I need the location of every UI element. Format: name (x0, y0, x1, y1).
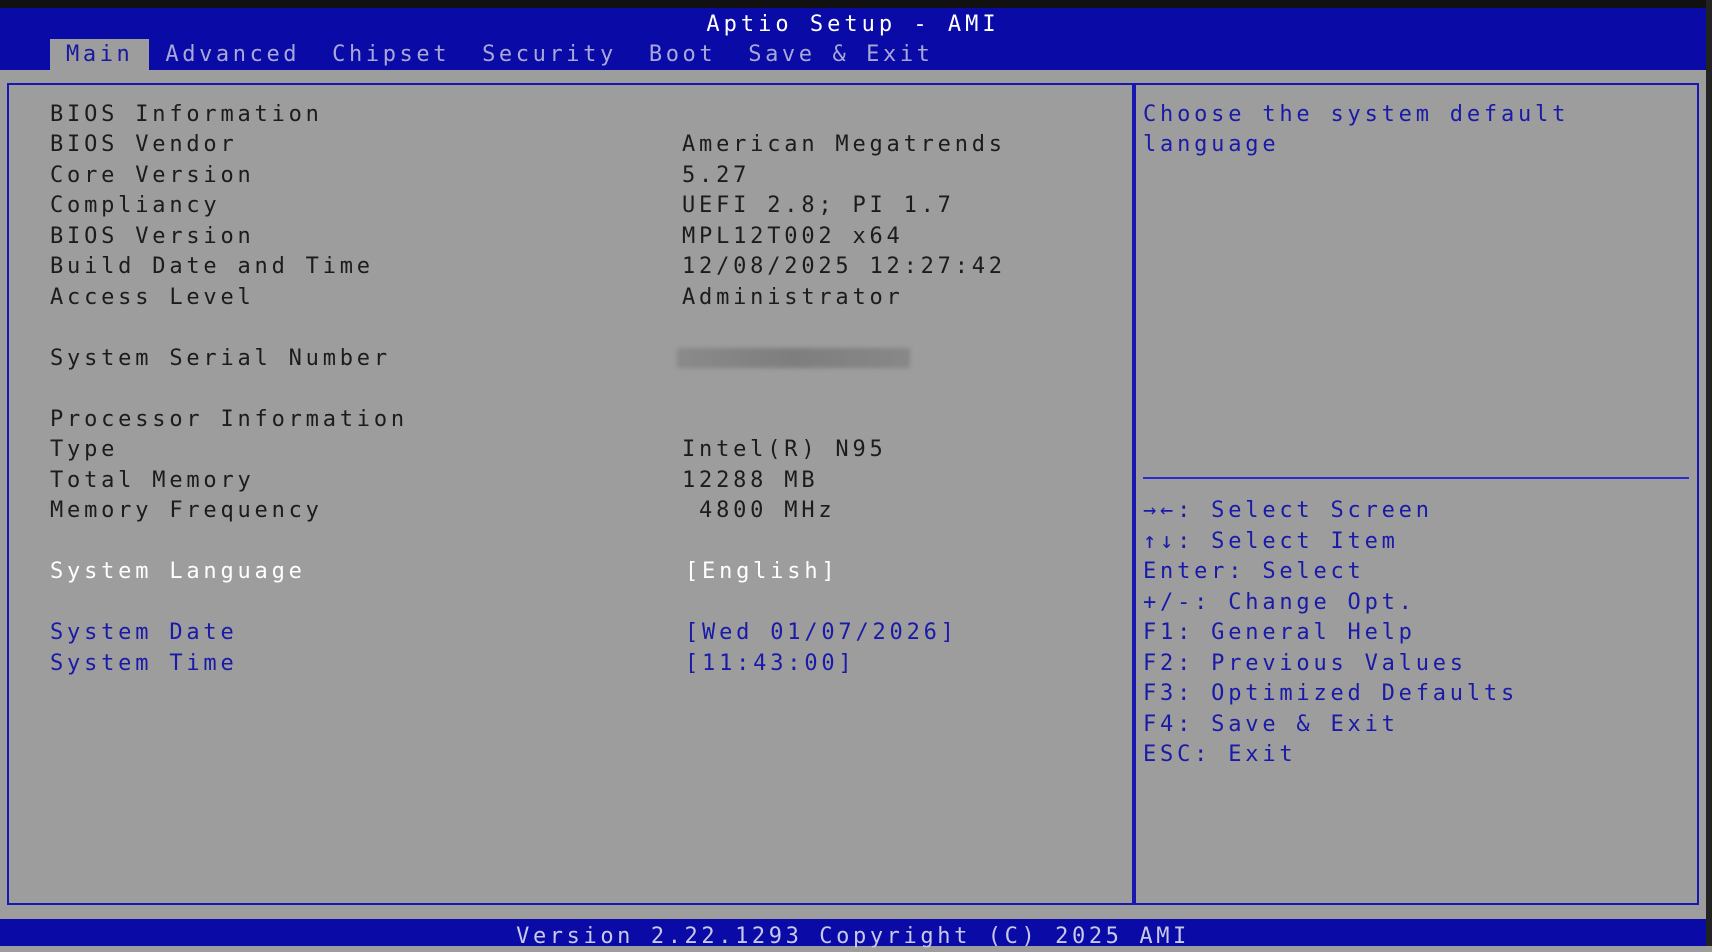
core-version-value: 5.27 (682, 163, 751, 188)
help-description-line: language (1143, 132, 1280, 157)
tab-chipset[interactable]: Chipset (316, 39, 466, 70)
memory-frequency-value: 4800 MHz (682, 498, 836, 523)
system-language-select[interactable]: [English] (685, 557, 838, 587)
right-border (1706, 0, 1712, 946)
help-panel (1134, 83, 1699, 905)
access-level-value: Administrator (682, 285, 904, 310)
top-border (0, 0, 1712, 8)
system-date-field[interactable]: [Wed 01/07/2026] (685, 618, 958, 648)
tab-boot[interactable]: Boot (633, 39, 732, 70)
processor-information-heading: Processor Information (50, 407, 408, 432)
key-hint-select-item: ↑↓: Select Item (1143, 529, 1399, 554)
access-level-label: Access Level (50, 285, 255, 310)
bios-version-label: BIOS Version (50, 224, 255, 249)
bios-version-value: MPL12T002 x64 (682, 224, 904, 249)
tab-security[interactable]: Security (466, 39, 633, 70)
key-hint-esc: ESC: Exit (1143, 742, 1297, 767)
system-date-label[interactable]: System Date (50, 618, 238, 648)
tab-bar: Main Advanced Chipset Security Boot Save… (50, 39, 950, 70)
key-hint-f3: F3: Optimized Defaults (1143, 681, 1518, 706)
system-language-label[interactable]: System Language (50, 557, 306, 587)
memory-frequency-label: Memory Frequency (50, 498, 323, 523)
footer-bar: Version 2.22.1293 Copyright (C) 2025 AMI (0, 919, 1706, 949)
system-time-label[interactable]: System Time (50, 649, 238, 679)
bios-vendor-label: BIOS Vendor (50, 132, 238, 157)
key-hint-f2: F2: Previous Values (1143, 651, 1467, 676)
system-time-field[interactable]: [11:43:00] (685, 649, 855, 679)
tab-main[interactable]: Main (50, 39, 150, 70)
build-date-label: Build Date and Time (50, 254, 374, 279)
type-label: Type (50, 437, 119, 462)
window-title: Aptio Setup - AMI (706, 12, 1000, 37)
version-copyright: Version 2.22.1293 Copyright (C) 2025 AMI (516, 924, 1190, 949)
key-hint-change-opt: +/-: Change Opt. (1143, 590, 1416, 615)
serial-number-redacted (677, 348, 910, 368)
build-date-value: 12/08/2025 12:27:42 (682, 254, 1006, 279)
serial-number-label: System Serial Number (50, 346, 391, 371)
bios-information-heading: BIOS Information (50, 102, 323, 127)
help-description-line: Choose the system default (1143, 102, 1570, 127)
key-hint-f1: F1: General Help (1143, 620, 1416, 645)
key-hint-enter: Enter: Select (1143, 559, 1365, 584)
help-divider (1143, 477, 1689, 479)
key-hint-select-screen: →←: Select Screen (1143, 498, 1433, 523)
total-memory-label: Total Memory (50, 468, 255, 493)
tab-advanced[interactable]: Advanced (149, 39, 316, 70)
total-memory-value: 12288 MB (682, 468, 819, 493)
type-value: Intel(R) N95 (682, 437, 887, 462)
compliancy-value: UEFI 2.8; PI 1.7 (682, 193, 955, 218)
core-version-label: Core Version (50, 163, 255, 188)
key-hint-f4: F4: Save & Exit (1143, 712, 1399, 737)
bios-vendor-value: American Megatrends (682, 132, 1006, 157)
tab-save-exit[interactable]: Save & Exit (732, 39, 949, 70)
header-bar: Aptio Setup - AMI Main Advanced Chipset … (0, 8, 1706, 70)
compliancy-label: Compliancy (50, 193, 221, 218)
